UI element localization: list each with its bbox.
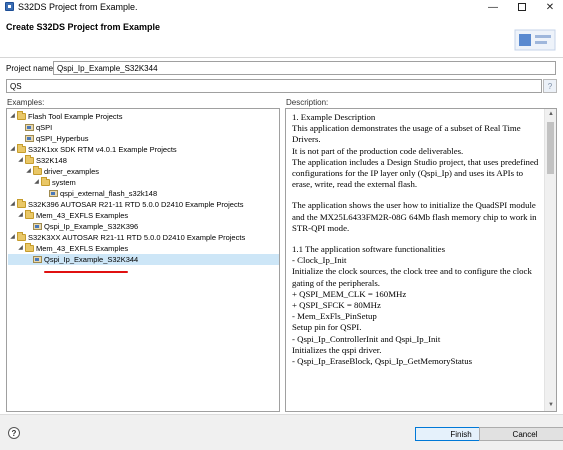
scroll-down-icon[interactable]: ▼ [545,400,556,411]
tree-item-label: Flash Tool Example Projects [28,112,123,121]
tree-item-qspi-external-flash[interactable]: qspi_external_flash_s32k148 [48,188,157,199]
description-line: The application shows the user how to in… [292,200,537,233]
description-line: The application includes a Design Studio… [292,156,539,190]
tree-item-label: Mem_43_EXFLS Examples [36,244,129,253]
chevron-down-icon[interactable]: ◢ [9,145,16,154]
description-line: Initializes the qspi driver. [292,344,382,355]
scroll-up-icon[interactable]: ▲ [545,109,556,120]
project-icon [33,223,42,230]
filter-button[interactable]: ? [543,79,557,93]
description-line: 1.1 The application software functionali… [292,244,446,255]
tree-item-label: Mem_43_EXFLS Examples [36,211,129,220]
tree-item-mem43-exfls-k396[interactable]: ◢ Mem_43_EXFLS Examples [17,210,128,221]
scrollbar-thumb[interactable] [547,122,554,174]
window-titlebar: S32DS Project from Example. — ✕ [0,0,563,14]
folder-icon [25,155,34,164]
tree-item-qspi-hyperbus[interactable]: qSPI_Hyperbus [24,133,89,144]
examples-tree[interactable]: ◢ Flash Tool Example Projects qSPI qSPI_… [6,108,280,412]
project-name-input[interactable] [53,61,556,75]
description-scrollbar[interactable]: ▲ ▼ [544,109,556,411]
examples-label: Examples: [7,98,45,107]
chevron-down-icon[interactable]: ◢ [33,178,40,187]
tree-item-label: Qspi_Ip_Example_S32K396 [44,222,139,231]
description-line: Initialize the clock sources, the clock … [292,266,532,288]
description-line: It is not part of the production code de… [292,145,464,156]
tree-item-label: S32K396 AUTOSAR R21-11 RTD 5.0.0 D2410 E… [28,200,244,209]
annotation-underline [44,271,128,273]
chevron-down-icon[interactable]: ◢ [17,244,24,253]
tree-item-label: qspi_external_flash_s32k148 [60,189,158,198]
description-text: 1. Example Description This application … [292,112,543,367]
wizard-header: Create S32DS Project from Example [0,14,563,58]
minimize-button[interactable]: — [478,0,508,14]
project-icon [25,135,34,142]
wizard-title: Create S32DS Project from Example [6,22,161,32]
chevron-down-icon[interactable]: ◢ [9,112,16,121]
tree-item-driver-examples[interactable]: ◢ driver_examples [25,166,99,177]
description-line: - Mem_ExFls_PinSetup [292,311,377,322]
help-icon: ? [11,428,17,438]
filter-input[interactable] [6,79,542,93]
tree-item-s32k148[interactable]: ◢ S32K148 [17,155,67,166]
maximize-icon [518,3,526,11]
help-button[interactable]: ? [8,427,20,439]
tree-item-label: S32K3XX AUTOSAR R21-11 RTD 5.0.0 D2410 E… [28,233,246,242]
tree-item-label: qSPI [36,123,53,132]
folder-icon [17,199,26,208]
description-panel[interactable]: 1. Example Description This application … [285,108,557,412]
description-line: 1. Example Description [292,112,376,122]
tree-item-label: S32K148 [36,156,67,165]
project-icon [49,190,58,197]
chevron-down-icon[interactable]: ◢ [17,211,24,220]
chevron-down-icon[interactable]: ◢ [9,233,16,242]
tree-item-label: S32K1xx SDK RTM v4.0.1 Example Projects [28,145,177,154]
tree-item-label: system [52,178,76,187]
tree-item-label: driver_examples [44,167,100,176]
description-line: This application demonstrates the usage … [292,123,521,145]
tree-item-qspi[interactable]: qSPI [24,122,52,133]
minimize-icon: — [488,1,498,13]
folder-icon [41,177,50,186]
chevron-down-icon[interactable]: ◢ [25,167,32,176]
description-line: + QSPI_SFCK = 80MHz [292,300,381,311]
cancel-button[interactable]: Cancel [479,427,563,441]
description-line: - Clock_Ip_Init [292,255,347,266]
description-line: - Qspi_Ip_ControllerInit and Qspi_Ip_Ini… [292,333,441,344]
project-name-label: Project name: [6,64,56,73]
window-title: S32DS Project from Example. [18,2,138,12]
tree-item-s32k3xx-autosar[interactable]: ◢ S32K3XX AUTOSAR R21-11 RTD 5.0.0 D2410… [9,232,245,243]
tree-item-flash-tool[interactable]: ◢ Flash Tool Example Projects [9,111,123,122]
description-line: + QSPI_MEM_CLK = 160MHz [292,288,407,299]
tree-item-label: Qspi_Ip_Example_S32K344 [44,255,139,264]
tree-item-label: qSPI_Hyperbus [36,134,89,143]
folder-icon [25,243,34,252]
close-button[interactable]: ✕ [535,0,563,14]
maximize-button[interactable] [507,0,537,14]
filter-icon: ? [547,81,553,91]
description-line: Setup pin for QSPI. [292,322,362,333]
folder-icon [33,166,42,175]
tree-item-s32k1xx-sdk[interactable]: ◢ S32K1xx SDK RTM v4.0.1 Example Project… [9,144,177,155]
tree-item-system[interactable]: ◢ system [33,177,76,188]
folder-icon [17,144,26,153]
tree-item-mem43-exfls-k3xx[interactable]: ◢ Mem_43_EXFLS Examples [17,243,128,254]
tree-item-qspi-ip-k396[interactable]: Qspi_Ip_Example_S32K396 [32,221,138,232]
wizard-banner-icon [514,29,556,51]
tree-item-s32k396-autosar[interactable]: ◢ S32K396 AUTOSAR R21-11 RTD 5.0.0 D2410… [9,199,244,210]
description-line: - Qspi_Ip_EraseBlock, Qspi_Ip_GetMemoryS… [292,356,473,367]
chevron-down-icon[interactable]: ◢ [9,200,16,209]
button-bar: ? Finish Cancel [0,414,563,450]
chevron-down-icon[interactable]: ◢ [17,156,24,165]
tree-item-qspi-ip-k344[interactable]: Qspi_Ip_Example_S32K344 [8,254,279,265]
project-icon [33,256,42,263]
s32ds-app-icon [5,2,14,11]
description-label: Description: [286,98,329,107]
project-icon [25,124,34,131]
close-icon: ✕ [545,1,555,13]
folder-icon [17,232,26,241]
folder-icon [17,111,26,120]
folder-icon [25,210,34,219]
